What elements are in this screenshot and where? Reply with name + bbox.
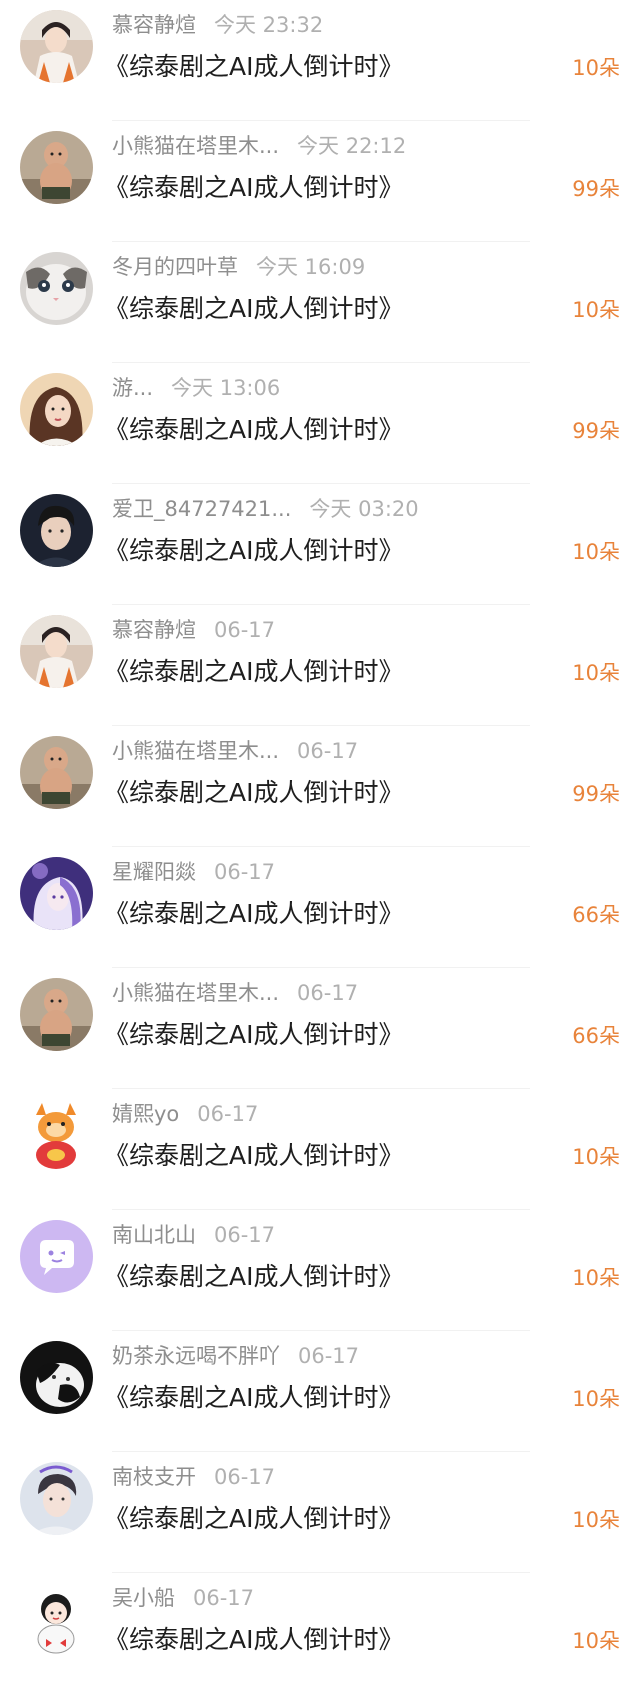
flower-count: 10朵 — [572, 56, 620, 80]
gift-record-list: 慕容静煊 今天 23:32 《综泰剧之AI成人倒计时》 10朵 小熊猫在塔里木..… — [0, 0, 640, 1687]
avatar-chubby-kid[interactable] — [20, 131, 93, 204]
timestamp: 06-17 — [297, 739, 359, 763]
list-item[interactable]: 冬月的四叶草 今天 16:09 《综泰剧之AI成人倒计时》 10朵 — [0, 242, 640, 363]
drama-title: 《综泰剧之AI成人倒计时》 — [104, 1262, 404, 1291]
timestamp: 06-17 — [197, 1102, 259, 1126]
timestamp: 今天 13:06 — [171, 376, 281, 400]
username[interactable]: 小熊猫在塔里木... — [112, 981, 279, 1005]
flower-count: 10朵 — [572, 540, 620, 564]
list-item[interactable]: 小熊猫在塔里木... 06-17 《综泰剧之AI成人倒计时》 99朵 — [0, 726, 640, 847]
timestamp: 06-17 — [214, 860, 276, 884]
avatar-cartoon-girl-sticker[interactable] — [20, 1583, 93, 1656]
drama-title: 《综泰剧之AI成人倒计时》 — [104, 1020, 404, 1049]
drama-title: 《综泰剧之AI成人倒计时》 — [104, 657, 404, 686]
flower-count: 10朵 — [572, 1145, 620, 1169]
list-item[interactable]: 慕容静煊 今天 23:32 《综泰剧之AI成人倒计时》 10朵 — [0, 0, 640, 121]
username[interactable]: 南山北山 — [112, 1223, 196, 1247]
drama-title: 《综泰剧之AI成人倒计时》 — [104, 1383, 404, 1412]
timestamp: 06-17 — [298, 1344, 360, 1368]
username[interactable]: 游... — [112, 376, 153, 400]
timestamp: 06-17 — [214, 618, 276, 642]
timestamp: 06-17 — [297, 981, 359, 1005]
flower-count: 10朵 — [572, 1629, 620, 1653]
list-item[interactable]: 吴小船 06-17 《综泰剧之AI成人倒计时》 10朵 — [0, 1573, 640, 1687]
flower-count: 10朵 — [572, 1266, 620, 1290]
list-item[interactable]: 小熊猫在塔里木... 06-17 《综泰剧之AI成人倒计时》 66朵 — [0, 968, 640, 1089]
username[interactable]: 小熊猫在塔里木... — [112, 134, 279, 158]
list-item[interactable]: 婧熙yo 06-17 《综泰剧之AI成人倒计时》 10朵 — [0, 1089, 640, 1210]
list-item[interactable]: 南枝支开 06-17 《综泰剧之AI成人倒计时》 10朵 — [0, 1452, 640, 1573]
timestamp: 今天 23:32 — [214, 13, 324, 37]
drama-title: 《综泰剧之AI成人倒计时》 — [104, 536, 404, 565]
flower-count: 10朵 — [572, 298, 620, 322]
timestamp: 06-17 — [214, 1465, 276, 1489]
drama-title: 《综泰剧之AI成人倒计时》 — [104, 1141, 404, 1170]
username[interactable]: 慕容静煊 — [112, 618, 196, 642]
drama-title: 《综泰剧之AI成人倒计时》 — [104, 294, 404, 323]
avatar-chubby-kid[interactable] — [20, 736, 93, 809]
username[interactable]: 爱卫_84727421... — [112, 497, 291, 521]
drama-title: 《综泰剧之AI成人倒计时》 — [104, 52, 404, 81]
timestamp: 今天 16:09 — [256, 255, 366, 279]
username[interactable]: 小熊猫在塔里木... — [112, 739, 279, 763]
flower-count: 10朵 — [572, 661, 620, 685]
list-item[interactable]: 星耀阳燚 06-17 《综泰剧之AI成人倒计时》 66朵 — [0, 847, 640, 968]
drama-title: 《综泰剧之AI成人倒计时》 — [104, 899, 404, 928]
list-item[interactable]: 游... 今天 13:06 《综泰剧之AI成人倒计时》 99朵 — [0, 363, 640, 484]
timestamp: 今天 22:12 — [297, 134, 407, 158]
avatar-cat[interactable] — [20, 252, 93, 325]
timestamp: 今天 03:20 — [309, 497, 419, 521]
username[interactable]: 奶茶永远喝不胖吖 — [112, 1344, 280, 1368]
list-item[interactable]: 爱卫_84727421... 今天 03:20 《综泰剧之AI成人倒计时》 10朵 — [0, 484, 640, 605]
flower-count: 66朵 — [572, 1024, 620, 1048]
avatar-boy-light[interactable] — [20, 1462, 93, 1535]
flower-count: 10朵 — [572, 1387, 620, 1411]
avatar-black-white-cat[interactable] — [20, 1341, 93, 1414]
avatar-girl-hanfu[interactable] — [20, 615, 93, 688]
username[interactable]: 慕容静煊 — [112, 13, 196, 37]
flower-count: 99朵 — [572, 177, 620, 201]
username[interactable]: 婧熙yo — [112, 1102, 179, 1126]
drama-title: 《综泰剧之AI成人倒计时》 — [104, 778, 404, 807]
drama-title: 《综泰剧之AI成人倒计时》 — [104, 415, 404, 444]
avatar-anime-purple[interactable] — [20, 857, 93, 930]
avatar-chat-bubble[interactable] — [20, 1220, 93, 1293]
avatar-girl-hanfu[interactable] — [20, 10, 93, 83]
flower-count: 99朵 — [572, 419, 620, 443]
avatar-girl-portrait[interactable] — [20, 373, 93, 446]
username[interactable]: 南枝支开 — [112, 1465, 196, 1489]
avatar-boy-portrait[interactable] — [20, 494, 93, 567]
flower-count: 66朵 — [572, 903, 620, 927]
flower-count: 99朵 — [572, 782, 620, 806]
username[interactable]: 星耀阳燚 — [112, 860, 196, 884]
timestamp: 06-17 — [193, 1586, 255, 1610]
avatar-chubby-kid[interactable] — [20, 978, 93, 1051]
username[interactable]: 冬月的四叶草 — [112, 255, 238, 279]
drama-title: 《综泰剧之AI成人倒计时》 — [104, 1504, 404, 1533]
list-item[interactable]: 小熊猫在塔里木... 今天 22:12 《综泰剧之AI成人倒计时》 99朵 — [0, 121, 640, 242]
username[interactable]: 吴小船 — [112, 1586, 175, 1610]
list-item[interactable]: 南山北山 06-17 《综泰剧之AI成人倒计时》 10朵 — [0, 1210, 640, 1331]
list-item[interactable]: 慕容静煊 06-17 《综泰剧之AI成人倒计时》 10朵 — [0, 605, 640, 726]
list-item[interactable]: 奶茶永远喝不胖吖 06-17 《综泰剧之AI成人倒计时》 10朵 — [0, 1331, 640, 1452]
flower-count: 10朵 — [572, 1508, 620, 1532]
drama-title: 《综泰剧之AI成人倒计时》 — [104, 1625, 404, 1654]
timestamp: 06-17 — [214, 1223, 276, 1247]
drama-title: 《综泰剧之AI成人倒计时》 — [104, 173, 404, 202]
avatar-dragon-sticker[interactable] — [20, 1099, 93, 1172]
